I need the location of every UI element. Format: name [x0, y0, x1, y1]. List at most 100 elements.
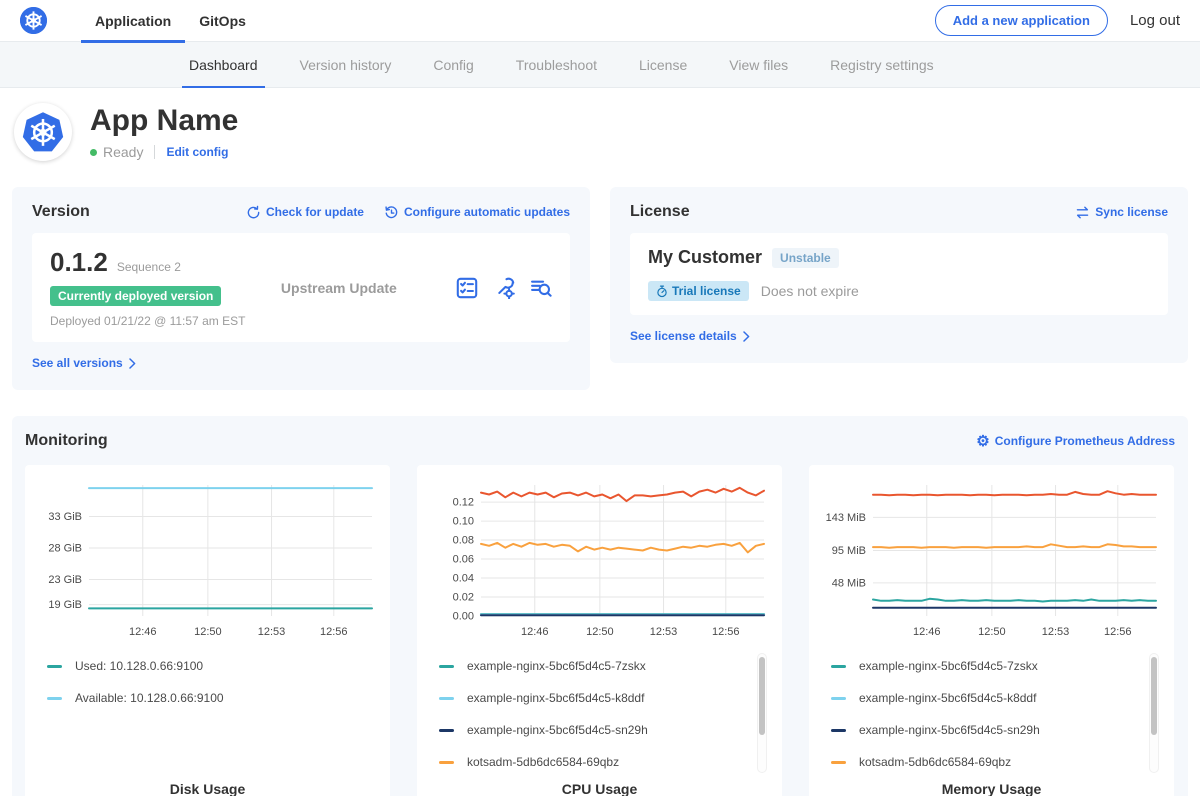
svg-text:12:53: 12:53 — [650, 626, 678, 638]
svg-text:143 MiB: 143 MiB — [826, 512, 866, 524]
legend-item-available-10-128-0-66-9100: Available: 10.128.0.66:9100 — [47, 691, 378, 705]
svg-text:0.12: 0.12 — [453, 497, 474, 509]
license-info-card: My Customer Unstable Trial license Does … — [630, 233, 1168, 315]
chart-card-memory-usage: 48 MiB95 MiB143 MiB12:4612:5012:5312:56 … — [809, 465, 1174, 796]
topnav-tab-application[interactable]: Application — [81, 0, 185, 42]
version-info: 0.1.2 Sequence 2 Currently deployed vers… — [50, 247, 281, 328]
app-title-block: App Name Ready Edit config — [90, 104, 238, 160]
trial-license-badge: Trial license — [648, 281, 749, 301]
chart-legend: Used: 10.128.0.66:9100 Available: 10.128.… — [37, 653, 378, 705]
subnav-tab-troubleshoot[interactable]: Troubleshoot — [495, 42, 618, 88]
legend-label: Available: 10.128.0.66:9100 — [75, 691, 224, 705]
chart-plot-area: 48 MiB95 MiB143 MiB12:4612:5012:5312:56 — [821, 477, 1162, 647]
current-version-card: 0.1.2 Sequence 2 Currently deployed vers… — [32, 233, 570, 342]
status-ready-dot-icon — [90, 149, 97, 156]
monitoring-title: Monitoring — [25, 432, 108, 450]
clock-refresh-icon — [384, 205, 399, 220]
svg-text:12:56: 12:56 — [712, 626, 740, 638]
kots-dashboard-page: ApplicationGitOps Add a new application … — [0, 0, 1200, 796]
chart-card-cpu-usage: 0.000.020.040.060.080.100.1212:4612:5012… — [417, 465, 782, 796]
legend-swatch-icon — [439, 761, 454, 764]
subnav-tab-registry-settings[interactable]: Registry settings — [809, 42, 954, 88]
legend-item-example-nginx-5bc6f5d4c5-7zskx: example-nginx-5bc6f5d4c5-7zskx — [831, 659, 1162, 673]
svg-text:19 GiB: 19 GiB — [48, 599, 82, 611]
add-application-button[interactable]: Add a new application — [935, 5, 1108, 36]
topnav-tab-gitops[interactable]: GitOps — [185, 0, 260, 42]
svg-text:33 GiB: 33 GiB — [48, 511, 82, 523]
chart-legend-area: example-nginx-5bc6f5d4c5-7zskxexample-ng… — [429, 653, 770, 781]
preflight-checklist-icon[interactable] — [456, 277, 478, 299]
legend-label: kotsadm-5db6dc6584-69qbz — [859, 755, 1011, 769]
subnav-tab-config[interactable]: Config — [412, 42, 494, 88]
see-license-details-link[interactable]: See license details — [630, 329, 750, 343]
configure-prometheus-link[interactable]: ⚙ Configure Prometheus Address — [976, 434, 1175, 449]
license-expiry: Does not expire — [761, 283, 859, 299]
legend-label: kotsadm-5db6dc6584-69qbz — [467, 755, 619, 769]
version-card-links: Check for update Configure automatic upd… — [246, 205, 570, 220]
kubernetes-wheel-icon — [20, 7, 47, 34]
view-logs-search-icon[interactable] — [530, 277, 552, 299]
license-card-title: License — [630, 203, 690, 221]
divider — [154, 145, 155, 159]
chart-plot-area: 19 GiB23 GiB28 GiB33 GiB12:4612:5012:531… — [37, 477, 378, 647]
svg-text:0.06: 0.06 — [453, 554, 474, 566]
legend-label: example-nginx-5bc6f5d4c5-k8ddf — [859, 691, 1036, 705]
legend-item-kotsadm-5db6dc6584-69qbz: kotsadm-5db6dc6584-69qbz — [831, 755, 1162, 769]
edit-config-link[interactable]: Edit config — [166, 145, 228, 159]
configure-automatic-updates-label: Configure automatic updates — [404, 205, 570, 219]
legend-scrollbar-thumb[interactable] — [1151, 657, 1157, 735]
subnav-tab-license[interactable]: License — [618, 42, 708, 88]
sync-license-link[interactable]: Sync license — [1075, 205, 1168, 220]
legend-label: example-nginx-5bc6f5d4c5-7zskx — [467, 659, 646, 673]
see-all-versions-link[interactable]: See all versions — [32, 356, 136, 370]
svg-text:95 MiB: 95 MiB — [832, 545, 866, 557]
chart-title: CPU Usage — [429, 781, 770, 796]
see-all-versions-label: See all versions — [32, 356, 123, 370]
gear-icon: ⚙ — [976, 434, 989, 449]
sync-arrows-icon — [1075, 205, 1090, 220]
stopwatch-icon — [656, 285, 668, 298]
app-header: App Name Ready Edit config — [0, 88, 1200, 179]
top-navbar: ApplicationGitOps Add a new application … — [0, 0, 1200, 42]
cards-row: Version Check for update — [0, 179, 1200, 390]
chart-plot-svg: 48 MiB95 MiB143 MiB12:4612:5012:5312:56 — [821, 477, 1162, 642]
legend-swatch-icon — [47, 665, 62, 668]
config-wrench-icon[interactable] — [493, 277, 515, 299]
legend-item-example-nginx-5bc6f5d4c5-7zskx: example-nginx-5bc6f5d4c5-7zskx — [439, 659, 770, 673]
logout-button[interactable]: Log out — [1130, 12, 1180, 29]
page-title: App Name — [90, 104, 238, 137]
chart-legend-area: example-nginx-5bc6f5d4c5-7zskx example-ng… — [821, 653, 1162, 781]
trial-license-label: Trial license — [672, 284, 741, 298]
version-card: Version Check for update — [12, 187, 590, 390]
status-badge: Ready — [103, 144, 143, 160]
subnav-tab-version-history[interactable]: Version history — [279, 42, 413, 88]
license-card: License Sync license My Customer Unstabl… — [610, 187, 1188, 363]
app-avatar — [14, 103, 72, 161]
legend-label: example-nginx-5bc6f5d4c5-sn29h — [859, 723, 1040, 737]
legend-swatch-icon — [439, 665, 454, 668]
legend-label: example-nginx-5bc6f5d4c5-7zskx — [859, 659, 1038, 673]
svg-text:0.02: 0.02 — [453, 592, 474, 604]
chart-card-disk-usage: 19 GiB23 GiB28 GiB33 GiB12:4612:5012:531… — [25, 465, 390, 796]
svg-text:0.08: 0.08 — [453, 535, 474, 547]
chevron-right-icon — [129, 358, 136, 369]
subnav-tab-view-files[interactable]: View files — [708, 42, 809, 88]
svg-text:12:50: 12:50 — [194, 626, 222, 638]
check-for-update-link[interactable]: Check for update — [246, 205, 364, 220]
version-card-title: Version — [32, 203, 90, 221]
subnav-tab-dashboard[interactable]: Dashboard — [168, 42, 279, 88]
svg-text:23 GiB: 23 GiB — [48, 574, 82, 586]
legend-item-used-10-128-0-66-9100: Used: 10.128.0.66:9100 — [47, 659, 378, 673]
chart-legend: example-nginx-5bc6f5d4c5-7zskx example-ng… — [821, 653, 1162, 769]
sync-license-label: Sync license — [1095, 205, 1168, 219]
topnav-tabs: ApplicationGitOps — [81, 0, 260, 42]
chart-plot-area: 0.000.020.040.060.080.100.1212:4612:5012… — [429, 477, 770, 647]
svg-text:28 GiB: 28 GiB — [48, 542, 82, 554]
svg-text:12:46: 12:46 — [521, 626, 549, 638]
svg-text:0.04: 0.04 — [453, 573, 474, 585]
currently-deployed-badge: Currently deployed version — [50, 286, 221, 306]
configure-automatic-updates-link[interactable]: Configure automatic updates — [384, 205, 570, 220]
legend-scrollbar-thumb[interactable] — [759, 657, 765, 735]
chart-plot-svg: 0.000.020.040.060.080.100.1212:4612:5012… — [429, 477, 770, 642]
legend-item-example-nginx-5bc6f5d4c5-sn29h: example-nginx-5bc6f5d4c5-sn29h — [831, 723, 1162, 737]
